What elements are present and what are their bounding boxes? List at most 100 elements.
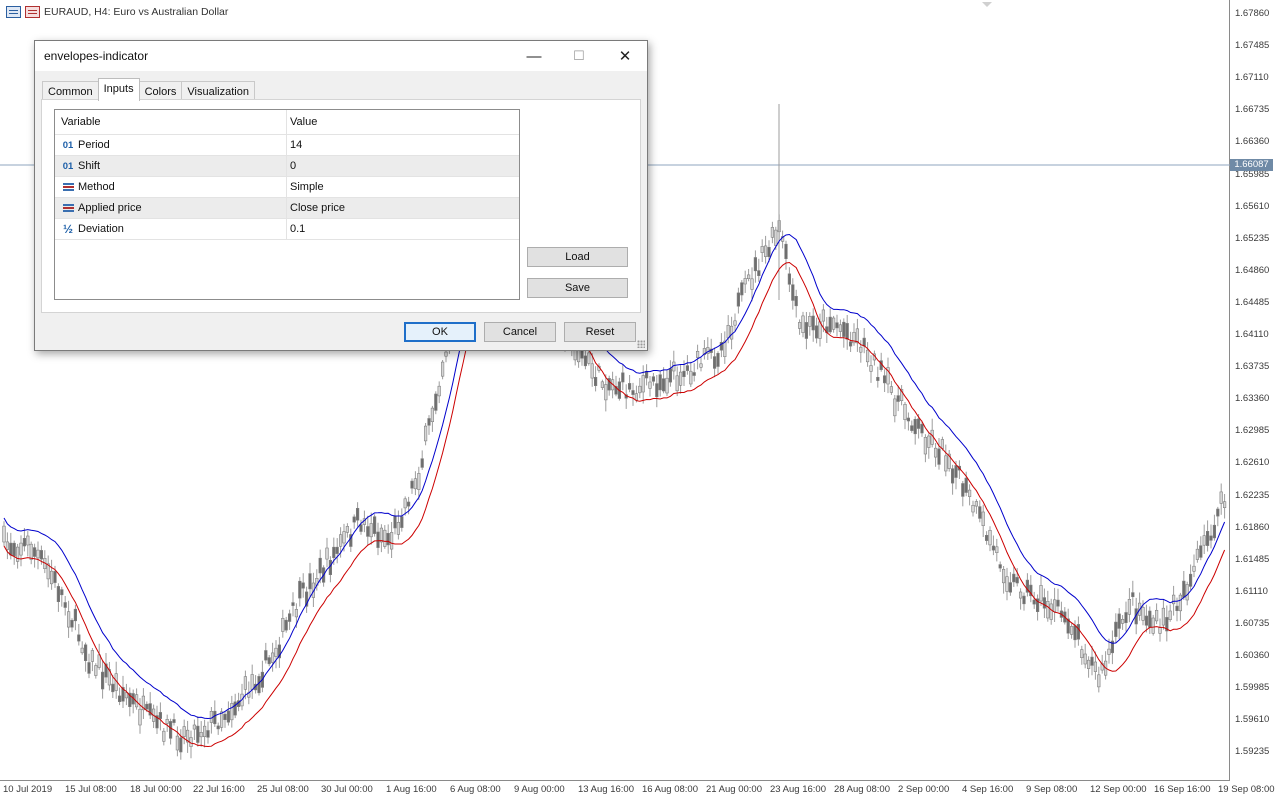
variable-value[interactable]: Simple — [287, 177, 519, 197]
variable-name: Deviation — [78, 223, 124, 235]
current-price-tag: 1.66087 — [1230, 159, 1273, 171]
candle-body — [287, 613, 292, 622]
header-value[interactable]: Value — [287, 110, 519, 134]
candle-body — [1087, 659, 1091, 669]
chart-list-icon[interactable] — [6, 6, 21, 18]
input-row-applied-price[interactable]: Applied price Close price — [55, 198, 519, 219]
time-tick-label: 23 Aug 16:00 — [770, 784, 826, 795]
candle-body — [583, 355, 587, 367]
candle-body — [604, 384, 608, 401]
variable-value[interactable]: 0.1 — [287, 219, 519, 239]
variable-value[interactable]: 14 — [287, 135, 519, 155]
candle-body — [1076, 624, 1080, 640]
candle-body — [1001, 568, 1006, 584]
symbol-bar: EURAUD, H4: Euro vs Australian Dollar — [6, 6, 228, 18]
candle-body — [87, 662, 91, 674]
inputs-panel: Variable Value 01 Period 14 01 Shift 0 Met… — [41, 99, 641, 313]
grid-header: Variable Value — [55, 110, 519, 135]
candle-body — [1172, 594, 1176, 605]
candle-body — [923, 436, 927, 455]
candle-body — [264, 650, 268, 661]
time-tick-label: 30 Jul 00:00 — [321, 784, 373, 795]
input-row-period[interactable]: 01 Period 14 — [55, 135, 519, 156]
price-tick-label: 1.59610 — [1235, 714, 1270, 726]
candle-body — [978, 506, 982, 519]
reset-button[interactable]: Reset — [564, 322, 636, 342]
candle-body — [169, 721, 173, 739]
time-tick-label: 22 Jul 16:00 — [193, 784, 245, 795]
resize-grip-icon[interactable] — [637, 340, 645, 348]
chart-type-icon[interactable] — [25, 6, 40, 18]
candle-body — [1053, 599, 1057, 612]
candle-body — [784, 243, 788, 259]
candle-body — [1144, 615, 1148, 626]
candle-body — [767, 247, 771, 258]
candle-body — [389, 532, 394, 550]
candle-body — [223, 713, 227, 721]
candle-body — [753, 257, 757, 272]
price-tick-label: 1.62235 — [1235, 489, 1270, 501]
candle-body — [726, 324, 730, 339]
time-tick-label: 21 Aug 00:00 — [706, 784, 762, 795]
candle-body — [1121, 618, 1125, 624]
minimize-icon[interactable]: — — [511, 41, 557, 71]
variable-value[interactable]: Close price — [287, 198, 519, 218]
time-tick-label: 9 Sep 08:00 — [1026, 784, 1078, 795]
ok-button[interactable]: OK — [404, 322, 476, 342]
tab-common[interactable]: Common — [42, 81, 99, 101]
candle-body — [230, 703, 234, 721]
candle-body — [376, 531, 380, 548]
candle-body — [627, 383, 632, 390]
candle-body — [39, 550, 43, 560]
load-button[interactable]: Load — [527, 247, 628, 267]
candle-body — [318, 557, 322, 574]
input-row-shift[interactable]: 01 Shift 0 — [55, 156, 519, 177]
candle-body — [417, 473, 421, 490]
price-tick-label: 1.67860 — [1235, 8, 1270, 19]
variable-value[interactable]: 0 — [287, 156, 519, 176]
candle-body — [410, 480, 414, 489]
candle-body — [291, 602, 295, 606]
candle-body — [685, 365, 689, 371]
tab-colors[interactable]: Colors — [138, 81, 183, 101]
candle-body — [1022, 595, 1026, 605]
candle-body — [172, 719, 176, 723]
candle-body — [80, 647, 84, 654]
dialog-titlebar[interactable]: envelopes-indicator — ☐ ✕ — [35, 41, 647, 71]
close-icon[interactable]: ✕ — [602, 41, 648, 71]
inputs-grid: Variable Value 01 Period 14 01 Shift 0 Met… — [54, 109, 520, 300]
candle-body — [651, 376, 655, 382]
fraction-icon: ½ — [62, 222, 73, 236]
candle-body — [420, 458, 424, 468]
input-row-deviation[interactable]: ½ Deviation 0.1 — [55, 219, 519, 240]
candle-body — [954, 465, 958, 478]
header-variable[interactable]: Variable — [55, 110, 287, 134]
price-tick-label: 1.62610 — [1235, 457, 1270, 469]
candle-body — [736, 292, 740, 307]
candle-body — [678, 371, 683, 386]
time-tick-label: 10 Jul 2019 — [3, 784, 53, 795]
candle-body — [1127, 598, 1131, 615]
candle-body — [77, 634, 81, 642]
candle-body — [430, 407, 435, 423]
input-row-method[interactable]: Method Simple — [55, 177, 519, 198]
candle-body — [325, 547, 329, 560]
candle-body — [145, 703, 149, 710]
cancel-button[interactable]: Cancel — [484, 322, 556, 342]
candle-body — [587, 352, 591, 364]
candle-body — [859, 346, 863, 353]
candle-body — [94, 665, 98, 676]
candle-body — [1107, 648, 1111, 655]
candle-body — [733, 320, 737, 326]
price-tick-label: 1.63360 — [1235, 393, 1270, 405]
tab-visualization[interactable]: Visualization — [181, 81, 255, 101]
candle-body — [699, 363, 703, 368]
candle-body — [1151, 617, 1155, 634]
tab-inputs[interactable]: Inputs — [97, 78, 140, 101]
candle-body — [1141, 607, 1145, 621]
candle-body — [213, 710, 217, 725]
save-button[interactable]: Save — [527, 278, 628, 298]
candle-body — [406, 501, 411, 507]
time-tick-label: 19 Sep 08:00 — [1218, 784, 1275, 795]
candle-body — [60, 589, 64, 596]
